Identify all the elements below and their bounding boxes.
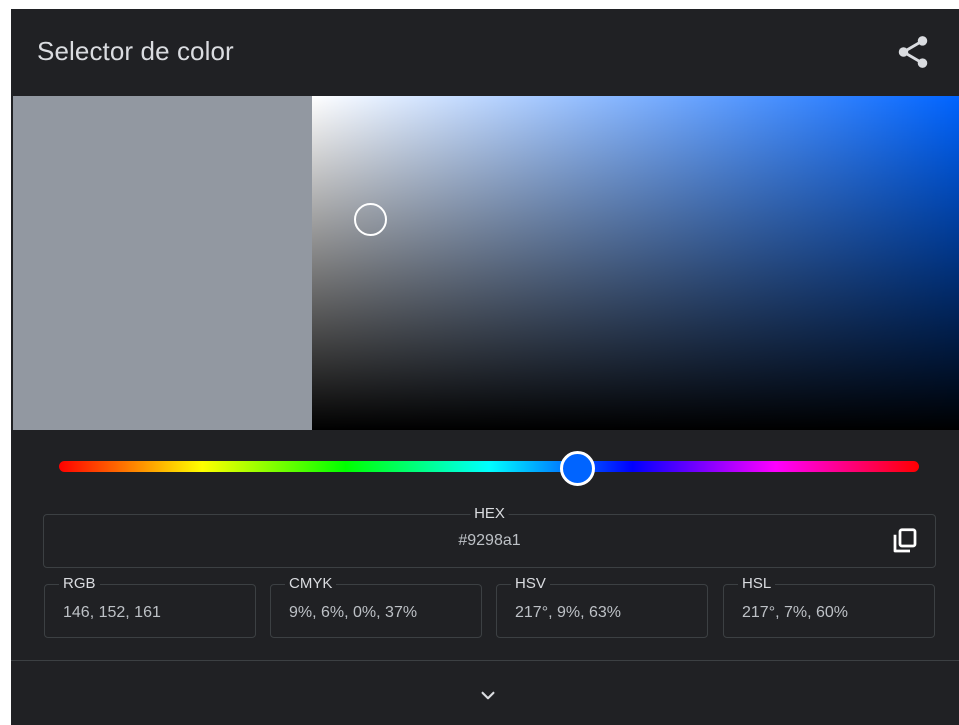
copy-icon	[893, 528, 917, 553]
footer-divider	[11, 660, 959, 661]
hex-label: HEX	[470, 505, 509, 523]
cmyk-label: CMYK	[285, 575, 337, 593]
hsv-field: HSV 217°, 9%, 63%	[496, 575, 708, 638]
expand-button[interactable]	[473, 682, 503, 708]
page-title: Selector de color	[37, 36, 234, 66]
hue-slider-handle[interactable]	[559, 451, 595, 486]
saturation-value-area[interactable]	[312, 96, 959, 430]
hsl-input[interactable]: 217°, 7%, 60%	[742, 603, 848, 623]
copy-hex-button[interactable]	[890, 526, 920, 556]
hex-field: HEX #9298a1	[43, 505, 936, 568]
rgb-label: RGB	[59, 575, 100, 593]
share-icon	[898, 36, 928, 68]
color-picker-card: Selector de color HEX #9298a1 RGB 146, 1…	[11, 9, 959, 725]
hsl-label: HSL	[738, 575, 776, 593]
rgb-field: RGB 146, 152, 161	[44, 575, 256, 638]
color-preview-swatch	[13, 96, 312, 430]
hex-input[interactable]: #9298a1	[44, 531, 935, 551]
cmyk-field: CMYK 9%, 6%, 0%, 37%	[270, 575, 482, 638]
hue-slider[interactable]	[59, 461, 919, 472]
hsl-field: HSL 217°, 7%, 60%	[723, 575, 935, 638]
chevron-down-icon	[481, 691, 495, 700]
share-button[interactable]	[894, 33, 932, 71]
cmyk-input[interactable]: 9%, 6%, 0%, 37%	[289, 603, 417, 623]
hsv-input[interactable]: 217°, 9%, 63%	[515, 603, 621, 623]
saturation-value-handle[interactable]	[353, 203, 387, 237]
rgb-input[interactable]: 146, 152, 161	[63, 603, 161, 623]
hsv-label: HSV	[511, 575, 550, 593]
